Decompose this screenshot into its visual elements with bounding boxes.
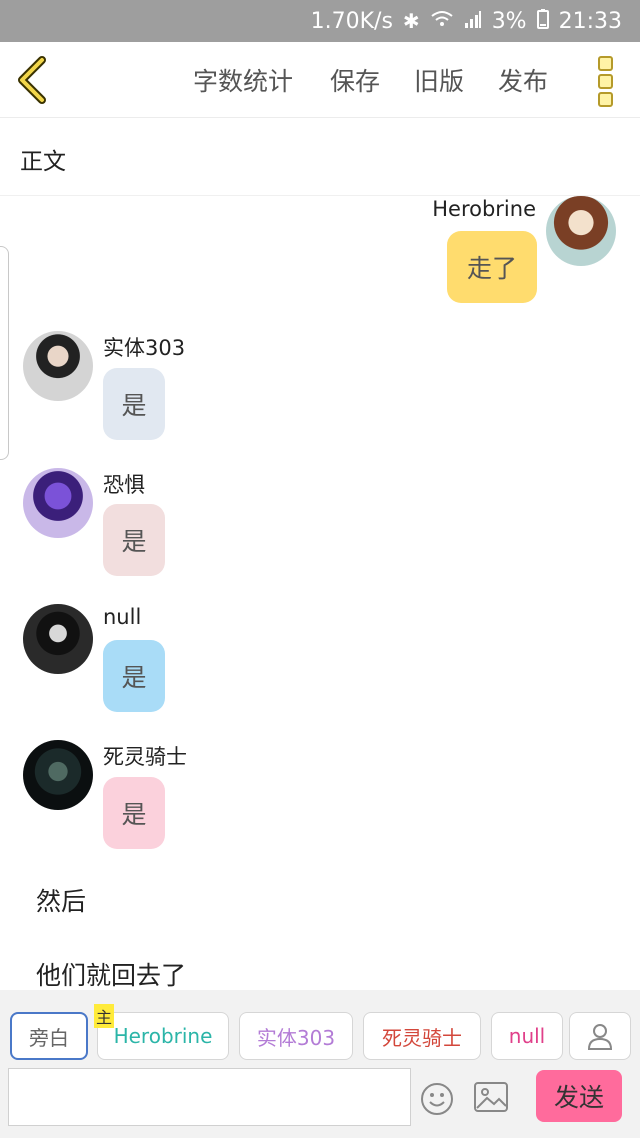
avatar-fear[interactable] xyxy=(23,468,93,538)
add-role-button[interactable] xyxy=(569,1012,631,1060)
narration-line[interactable]: 他们就回去了 xyxy=(36,956,186,992)
sender-name: 恐惧 xyxy=(103,473,145,497)
section-header: 正文 xyxy=(0,118,640,196)
role-chip-entity303[interactable]: 实体303 xyxy=(239,1012,353,1060)
sender-name: null xyxy=(103,605,142,629)
send-button[interactable]: 发送 xyxy=(536,1070,622,1122)
save-button[interactable]: 保存 xyxy=(330,62,380,98)
message-bubble[interactable]: 是 xyxy=(103,777,165,849)
clock: 21:33 xyxy=(558,8,622,34)
battery-icon xyxy=(536,8,549,34)
wifi-icon xyxy=(430,9,454,34)
avatar-entity303[interactable] xyxy=(23,331,93,401)
narration-line[interactable]: 然后 xyxy=(36,882,86,918)
message-bubble[interactable]: 是 xyxy=(103,368,165,440)
avatar-herobrine[interactable] xyxy=(546,196,616,266)
avatar-death-knight[interactable] xyxy=(23,740,93,810)
signal-icon xyxy=(464,9,482,34)
host-badge: 主 xyxy=(94,1004,114,1028)
sender-name: Herobrine xyxy=(432,197,536,221)
bluetooth-icon: ✱ xyxy=(402,9,420,33)
word-count-button[interactable]: 字数统计 xyxy=(193,62,293,98)
top-toolbar: 字数统计 保存 旧版 发布 xyxy=(0,42,640,118)
status-bar: 1.70K/s ✱ 3% 21:33 xyxy=(0,0,640,42)
role-chip-death-knight[interactable]: 死灵骑士 xyxy=(363,1012,481,1060)
avatar-null[interactable] xyxy=(23,604,93,674)
sender-name: 死灵骑士 xyxy=(103,745,187,769)
section-title: 正文 xyxy=(20,149,66,175)
publish-button[interactable]: 发布 xyxy=(498,62,548,98)
back-button[interactable] xyxy=(14,56,54,104)
composer-panel: 旁白 Herobrine 主 实体303 死灵骑士 null 发送 xyxy=(0,990,640,1138)
dot-icon xyxy=(598,92,613,107)
net-speed: 1.70K/s xyxy=(310,8,393,34)
chevron-left-icon xyxy=(18,56,46,104)
dot-icon xyxy=(598,74,613,89)
battery-percent: 3% xyxy=(491,8,527,34)
sender-name: 实体303 xyxy=(103,336,186,360)
user-icon xyxy=(587,1024,613,1050)
role-chip-narrator[interactable]: 旁白 xyxy=(10,1012,88,1060)
smiley-icon xyxy=(421,1083,453,1115)
message-bubble[interactable]: 是 xyxy=(103,640,165,712)
more-menu-button[interactable] xyxy=(592,54,620,108)
message-input[interactable] xyxy=(8,1068,411,1126)
message-bubble[interactable]: 走了 xyxy=(447,231,537,303)
side-drawer-handle[interactable] xyxy=(0,246,9,460)
message-bubble[interactable]: 是 xyxy=(103,504,165,576)
old-version-button[interactable]: 旧版 xyxy=(414,62,464,98)
role-chip-herobrine[interactable]: Herobrine xyxy=(97,1012,229,1060)
image-button[interactable] xyxy=(474,1082,508,1116)
dot-icon xyxy=(598,56,613,71)
emoji-button[interactable] xyxy=(420,1082,454,1120)
image-icon xyxy=(474,1082,508,1112)
role-chip-null[interactable]: null xyxy=(491,1012,563,1060)
